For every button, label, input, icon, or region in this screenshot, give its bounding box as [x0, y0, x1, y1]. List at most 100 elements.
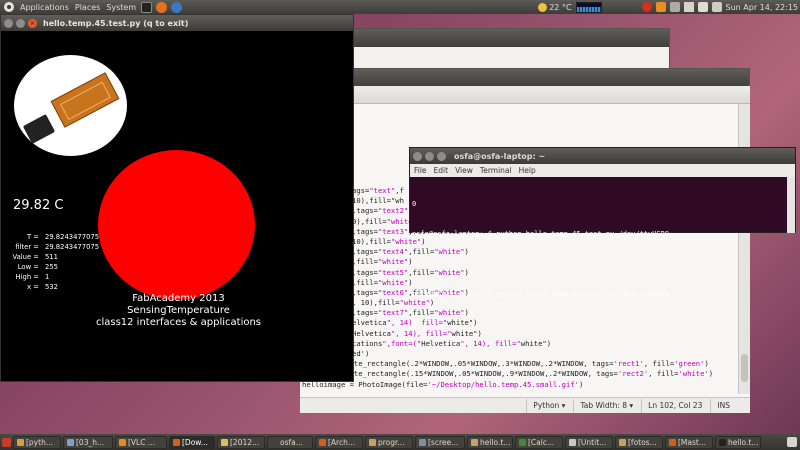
app-icon: [619, 438, 626, 446]
cpu-graph[interactable]: [575, 1, 602, 13]
sensor-board-photo: [14, 55, 127, 156]
help-launcher-icon[interactable]: [171, 1, 183, 13]
taskbar-label: [Calc...: [528, 437, 555, 447]
terminal-menu-view[interactable]: View: [455, 166, 473, 175]
terminal-line: 0: [412, 200, 417, 208]
taskbar-label: [Mast...: [678, 437, 706, 447]
terminal-menu-terminal[interactable]: Terminal: [480, 166, 512, 175]
taskbar-button[interactable]: [scree...: [415, 435, 465, 449]
app-minimize-button[interactable]: [4, 18, 13, 28]
stat-value: 532: [45, 283, 58, 291]
terminal-launcher-icon[interactable]: [141, 1, 153, 13]
stats-block: T = 29.8243477075 filter = 29.8243477075…: [1, 233, 121, 293]
system-tray: 22 °C Sun Apr 14, 22:15: [538, 0, 798, 14]
taskbar-button[interactable]: [Dow...: [169, 435, 215, 449]
clock[interactable]: Sun Apr 14, 22:15: [726, 3, 798, 12]
taskbar-label: [VLC ...: [128, 437, 156, 447]
terminal-output[interactable]: 0 osfa@osfa-laptop:~$ python hello.temp.…: [410, 177, 795, 351]
volume-icon[interactable]: [711, 2, 722, 12]
show-desktop-icon[interactable]: [2, 437, 11, 447]
taskbar-button[interactable]: [Calc...: [515, 435, 563, 449]
taskbar-label: [Dow...: [182, 437, 208, 447]
app-maximize-button[interactable]: [16, 18, 25, 28]
terminal-menu-edit[interactable]: Edit: [434, 166, 449, 175]
weather-indicator[interactable]: 22 °C: [538, 2, 572, 12]
stat-label: x =: [27, 283, 39, 291]
stat-label: Value =: [12, 253, 39, 261]
stat-value: 29.8243477075: [45, 233, 100, 241]
stat-label: Low =: [17, 263, 39, 271]
top-panel: Applications Places System 22 °C Sun Apr…: [0, 0, 800, 14]
app-close-button[interactable]: ×: [28, 18, 37, 28]
menu-applications[interactable]: Applications: [17, 3, 72, 12]
stat-value: 255: [45, 263, 58, 271]
language-selector[interactable]: Python ▾: [526, 398, 571, 413]
terminal-window[interactable]: osfa@osfa-laptop: ~ File Edit View Termi…: [409, 147, 796, 328]
taskbar-button[interactable]: [Mast...: [665, 435, 713, 449]
power-icon[interactable]: [641, 2, 652, 12]
main-menu: Applications Places System: [17, 0, 139, 14]
taskbar-button[interactable]: hello.t...: [467, 435, 513, 449]
taskbar-button[interactable]: [pyth...: [13, 435, 61, 449]
network-icon[interactable]: [669, 2, 680, 12]
terminal-maximize-button[interactable]: [437, 151, 446, 161]
temperature-readout: 29.82 C: [13, 198, 64, 213]
terminal-minimize-button[interactable]: [425, 151, 434, 161]
ribbon-cable: [22, 114, 56, 144]
app-icon: [271, 438, 278, 446]
terminal-menubar: File Edit View Terminal Help: [410, 164, 795, 177]
vlc-icon[interactable]: [655, 2, 666, 12]
taskbar-label: hello.t...: [480, 437, 511, 447]
terminal-cursor: █: [412, 320, 417, 328]
code-line: #canvas.create_rectangle(.15*WINDOW,.05*…: [302, 369, 714, 379]
terminal-menu-help[interactable]: Help: [519, 166, 536, 175]
taskbar-button[interactable]: [03_h...: [63, 435, 113, 449]
ubuntu-logo-icon[interactable]: [4, 2, 14, 12]
taskbar-button[interactable]: [2012...: [217, 435, 265, 449]
task-list: [pyth... [03_h... [VLC ... [Dow... [2012... o…: [13, 435, 761, 449]
stat-label: T =: [26, 233, 39, 241]
app-icon: [471, 438, 478, 446]
taskbar-button[interactable]: [Arch...: [315, 435, 363, 449]
terminal-titlebar[interactable]: osfa@osfa-laptop: ~: [410, 148, 795, 164]
caption-line: SensingTemperature: [127, 305, 230, 316]
stat-value: 511: [45, 253, 58, 261]
mail-icon[interactable]: [697, 2, 708, 12]
app-icon: [369, 438, 376, 446]
app-titlebar[interactable]: × hello.temp.45.test.py (q to exit): [1, 15, 353, 31]
taskbar-label: [2012...: [230, 437, 260, 447]
firefox-launcher-icon[interactable]: [156, 1, 168, 13]
stat-label: filter =: [15, 243, 39, 251]
caption-line: FabAcademy 2013: [132, 293, 225, 304]
taskbar-button[interactable]: osfa...: [267, 435, 313, 449]
trash-icon[interactable]: [787, 437, 797, 447]
temperature-app-window[interactable]: × hello.temp.45.test.py (q to exit) 29.8…: [0, 14, 354, 382]
desktop: Applications Places System 22 °C Sun Apr…: [0, 0, 800, 450]
terminal-scrollbar[interactable]: [787, 177, 795, 233]
terminal-line: osfa@osfa-laptop:~$ python hello.temp.45…: [412, 230, 670, 238]
terminal-title: osfa@osfa-laptop: ~: [454, 151, 546, 161]
code-line: #canvas.create_rectangle(.2*WINDOW,.05*W…: [302, 359, 709, 369]
app-icon: [719, 438, 726, 446]
taskbar-button[interactable]: [VLC ...: [115, 435, 167, 449]
menu-system[interactable]: System: [103, 3, 139, 12]
taskbar-button[interactable]: [fotos...: [615, 435, 663, 449]
terminal-close-button[interactable]: [413, 151, 422, 161]
menu-places[interactable]: Places: [72, 3, 103, 12]
app-icon: [419, 438, 426, 446]
code-line: helloimage = PhotoImage(file='~/Desktop/…: [302, 379, 584, 389]
app-icon: [569, 438, 576, 446]
taskbar-label: progr...: [378, 437, 405, 447]
taskbar-label: osfa...: [280, 437, 303, 447]
taskbar-button[interactable]: [Untit...: [565, 435, 613, 449]
taskbar-button[interactable]: hello.t...: [715, 435, 761, 449]
tab-width-selector[interactable]: Tab Width: 8 ▾: [573, 398, 639, 413]
stat-value: 1: [45, 273, 50, 281]
pcb-board: [50, 72, 120, 128]
app-icon: [67, 438, 74, 446]
terminal-menu-file[interactable]: File: [414, 166, 427, 175]
wifi-icon[interactable]: [683, 2, 694, 12]
app-icon: [669, 438, 676, 446]
app-icon: [519, 438, 526, 446]
taskbar-button[interactable]: progr...: [365, 435, 413, 449]
